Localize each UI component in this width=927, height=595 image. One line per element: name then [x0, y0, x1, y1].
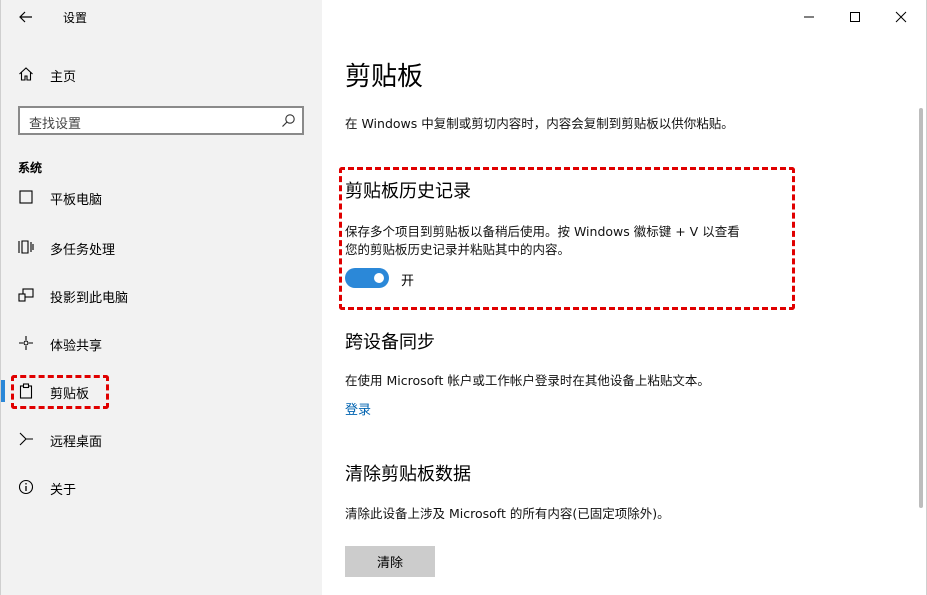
- minimize-icon: [804, 16, 814, 18]
- sync-text: 在使用 Microsoft 帐户或工作帐户登录时在其他设备上粘贴文本。: [345, 373, 710, 388]
- clear-text: 清除此设备上涉及 Microsoft 的所有内容(已固定项除外)。: [345, 506, 670, 521]
- clipboard-highlight-box: [11, 375, 109, 409]
- home-icon: [18, 66, 34, 86]
- main-content: 剪贴板 在 Windows 中复制或剪切内容时，内容会复制到剪贴板以供你粘贴。 …: [322, 0, 927, 595]
- clear-heading: 清除剪贴板数据: [345, 464, 471, 485]
- history-text-line1: 保存多个项目到剪贴板以备稍后使用。按 Windows 徽标键 + V 以查看: [345, 224, 740, 239]
- close-button[interactable]: [886, 6, 916, 28]
- clear-button[interactable]: 清除: [345, 546, 435, 577]
- share-icon: [18, 335, 34, 351]
- toggle-knob: [374, 273, 384, 283]
- sidebar-item-label: 主页: [50, 70, 77, 85]
- history-toggle[interactable]: [345, 268, 389, 288]
- back-button[interactable]: [13, 6, 39, 28]
- sidebar-item-remote-desktop[interactable]: 远程桌面: [1, 420, 323, 458]
- minimize-button[interactable]: [794, 6, 824, 28]
- sidebar-item-label: 平板电脑: [50, 193, 103, 208]
- sidebar: 设置 主页 查找设置 系统 平板电脑 多任务处理 投影到此电脑 体验共享 剪贴板…: [0, 0, 322, 595]
- sidebar-item-projection[interactable]: 投影到此电脑: [1, 276, 323, 314]
- page-title: 剪贴板: [345, 62, 424, 92]
- search-icon: [281, 113, 296, 132]
- history-toggle-state: 开: [401, 274, 415, 289]
- search-placeholder: 查找设置: [29, 117, 82, 132]
- sidebar-item-multitasking[interactable]: 多任务处理: [1, 228, 323, 266]
- projection-icon: [18, 287, 34, 303]
- sidebar-item-shared-experiences[interactable]: 体验共享: [1, 324, 323, 362]
- sync-heading: 跨设备同步: [345, 332, 435, 353]
- sidebar-item-label: 多任务处理: [50, 243, 116, 258]
- selected-indicator: [1, 380, 5, 402]
- maximize-button[interactable]: [840, 6, 870, 28]
- sidebar-item-home[interactable]: 主页: [1, 60, 323, 88]
- history-text-line2: 您的剪贴板历史记录并粘贴其中的内容。: [345, 242, 571, 257]
- sidebar-item-label: 体验共享: [50, 339, 103, 354]
- sidebar-item-label: 远程桌面: [50, 435, 103, 450]
- sidebar-item-about[interactable]: 关于: [1, 468, 323, 506]
- section-label-system: 系统: [18, 161, 43, 175]
- window-title: 设置: [63, 11, 88, 25]
- scrollbar[interactable]: [919, 108, 923, 508]
- maximize-icon: [850, 12, 860, 22]
- tablet-icon: [18, 189, 34, 205]
- remote-desktop-icon: [18, 431, 34, 447]
- close-icon: [895, 11, 907, 23]
- search-input[interactable]: 查找设置: [18, 106, 304, 135]
- multitask-icon: [18, 239, 34, 255]
- sidebar-item-label: 投影到此电脑: [50, 291, 129, 306]
- back-arrow-icon: [19, 11, 32, 23]
- sidebar-item-label: 关于: [50, 483, 77, 498]
- history-heading: 剪贴板历史记录: [345, 181, 471, 202]
- sidebar-item-tablet[interactable]: 平板电脑: [1, 186, 323, 216]
- page-description: 在 Windows 中复制或剪切内容时，内容会复制到剪贴板以供你粘贴。: [345, 116, 734, 131]
- info-icon: [18, 479, 34, 495]
- sign-in-link[interactable]: 登录: [345, 399, 371, 418]
